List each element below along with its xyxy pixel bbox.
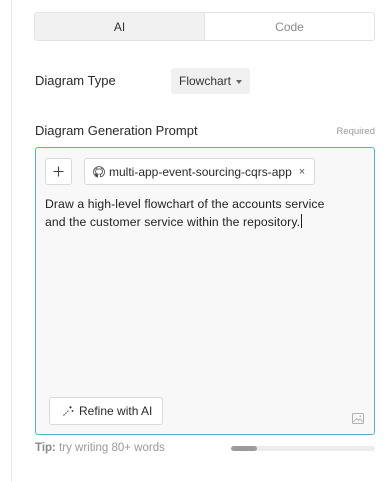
- word-count-progress: [231, 446, 375, 451]
- add-context-button[interactable]: [45, 158, 72, 185]
- prompt-editor[interactable]: multi-app-event-sourcing-cqrs-app × Draw…: [35, 147, 375, 435]
- diagram-type-label: Diagram Type: [35, 73, 116, 88]
- repository-chip-label: multi-app-event-sourcing-cqrs-app: [109, 164, 292, 179]
- diagram-type-value: Flowchart: [179, 74, 232, 88]
- refine-button-label: Refine with AI: [79, 404, 153, 418]
- prompt-text-line-2: and the customer service within the repo…: [45, 215, 301, 229]
- plus-icon: [53, 166, 64, 177]
- word-count-tip: Tip: try writing 80+ words: [35, 442, 165, 454]
- mode-toggle: AI Code: [34, 12, 375, 41]
- github-icon: [93, 165, 105, 177]
- mode-option-ai[interactable]: AI: [35, 13, 205, 40]
- image-icon[interactable]: [352, 413, 364, 424]
- word-count-progress-fill: [231, 446, 257, 451]
- text-cursor: [301, 214, 303, 228]
- tip-prefix: Tip:: [35, 442, 56, 454]
- chevron-down-icon: [236, 79, 243, 84]
- refine-with-ai-button[interactable]: Refine with AI: [49, 397, 164, 425]
- diagram-type-select[interactable]: Flowchart: [171, 68, 251, 94]
- remove-chip-button[interactable]: ×: [299, 166, 305, 178]
- panel-divider: [11, 0, 12, 482]
- prompt-textarea[interactable]: Draw a high-level flowchart of the accou…: [45, 195, 365, 231]
- prompt-text-line-1: Draw a high-level flowchart of the accou…: [45, 197, 325, 211]
- mode-option-code[interactable]: Code: [205, 13, 374, 40]
- tip-text: try writing 80+ words: [55, 442, 165, 454]
- repository-context-chip: multi-app-event-sourcing-cqrs-app ×: [84, 158, 316, 185]
- required-indicator: Required: [336, 126, 375, 137]
- prompt-label: Diagram Generation Prompt: [35, 123, 198, 138]
- sparkle-wand-icon: [63, 406, 74, 416]
- diagram-settings-panel: AI Code Diagram Type Flowchart Diagram G…: [0, 0, 391, 482]
